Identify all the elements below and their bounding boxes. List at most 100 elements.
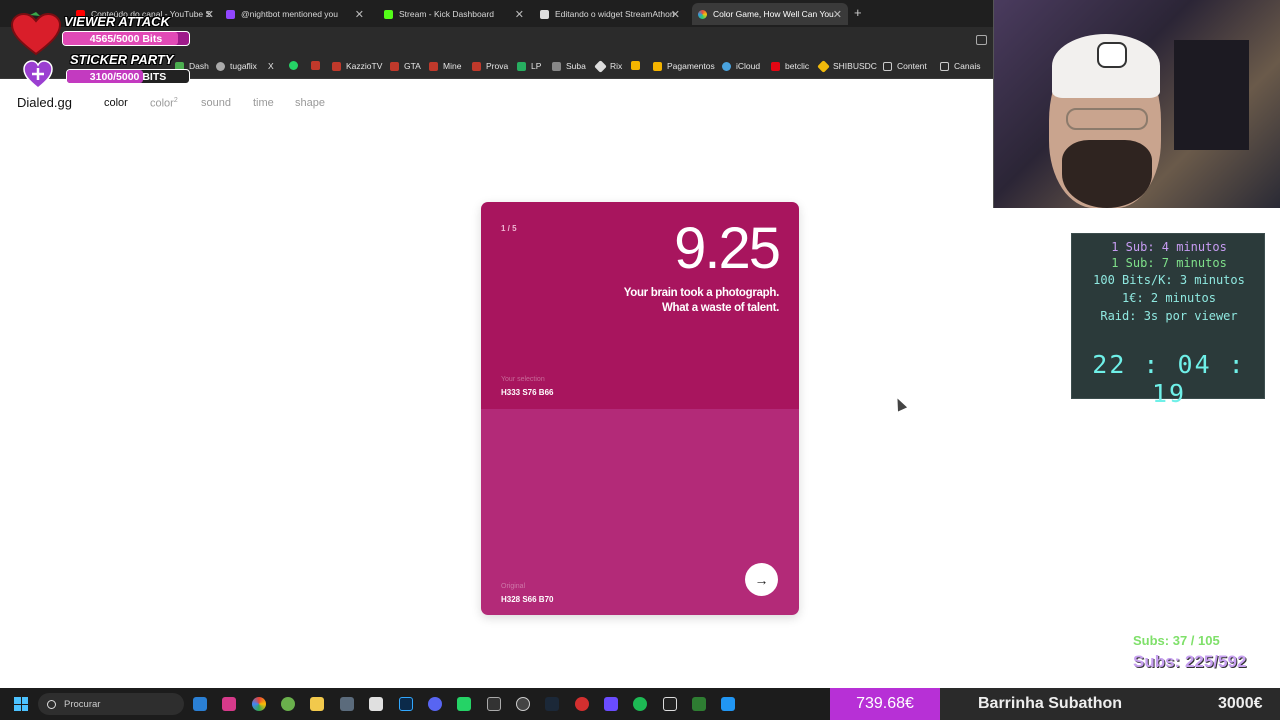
nav-color[interactable]: color xyxy=(104,97,128,109)
chart-icon xyxy=(390,61,399,71)
original-value: H328 S66 B70 xyxy=(501,595,554,604)
bookmark-kazziotv[interactable]: KazzioTV xyxy=(332,61,382,71)
next-button[interactable]: → xyxy=(745,563,778,596)
bookmark-lp[interactable]: LP xyxy=(517,61,541,71)
app-icon[interactable] xyxy=(663,697,677,711)
whatsapp-icon[interactable] xyxy=(457,697,471,711)
site-logo[interactable]: Dialed.gg xyxy=(17,95,72,110)
bookmark-prova[interactable]: Prova xyxy=(472,61,508,71)
bookmark-tugaflix[interactable]: tugaflix xyxy=(216,61,257,71)
background-monitor xyxy=(1174,40,1249,150)
capcut-icon[interactable] xyxy=(369,697,383,711)
app-icon[interactable] xyxy=(604,697,618,711)
bookmark-rix[interactable]: Rix xyxy=(594,59,623,73)
app-icon[interactable] xyxy=(575,697,589,711)
bookmark-label: betclic xyxy=(785,61,810,71)
bookmark-label: Mine xyxy=(443,61,462,71)
grid-icon xyxy=(552,61,561,71)
nav-time[interactable]: time xyxy=(253,97,274,109)
selection-label: Your selection xyxy=(501,376,545,383)
widgets-icon[interactable] xyxy=(193,697,207,711)
calculator-icon[interactable] xyxy=(340,697,354,711)
nav-shape[interactable]: shape xyxy=(295,97,325,109)
close-icon[interactable]: ✕ xyxy=(671,8,680,21)
notepad-icon[interactable] xyxy=(721,697,735,711)
app-icon[interactable] xyxy=(281,697,295,711)
close-icon[interactable]: ✕ xyxy=(205,8,214,21)
selection-swatch: 1 / 5 9.25 Your brain took a photograph.… xyxy=(481,202,799,409)
sticker-party-bits: 3100/5000 BITS xyxy=(89,70,167,83)
bookmark-label: Rix xyxy=(610,61,623,71)
bookmark-canais[interactable]: Canais xyxy=(940,61,980,71)
tab-color-game[interactable]: Color Game, How Well Can You ✕ xyxy=(692,3,848,25)
translate-icon[interactable] xyxy=(976,35,987,45)
tab-title: Stream - Kick Dashboard xyxy=(399,9,494,19)
close-icon[interactable]: ✕ xyxy=(515,8,524,21)
bookmark-chart[interactable] xyxy=(311,61,325,70)
windows-taskbar: Procurar 739.68€ Barrinha Subathon 3000€ xyxy=(0,688,1280,720)
tab-streamathon[interactable]: Editando o widget StreamAthon ✕ xyxy=(534,3,686,25)
color-wheel-icon xyxy=(698,9,707,19)
folder-icon xyxy=(883,61,892,71)
glasses xyxy=(1066,108,1148,130)
drive-icon xyxy=(653,61,662,71)
bookmark-whatsapp[interactable] xyxy=(289,61,303,70)
search-placeholder: Procurar xyxy=(64,698,101,710)
subathon-bar-amount: 739.68€ xyxy=(830,688,940,720)
timer-rule: 1 Sub: 7 minutos xyxy=(1111,256,1227,270)
plus-heart-icon xyxy=(23,60,53,89)
timer-rule: 1€: 2 minutos xyxy=(1122,291,1216,305)
steam-icon[interactable] xyxy=(545,697,559,711)
chart-icon xyxy=(311,61,320,70)
kick-icon xyxy=(384,9,393,19)
bookmark-drive[interactable] xyxy=(631,61,645,70)
result-card: 1 / 5 9.25 Your brain took a photograph.… xyxy=(481,202,799,615)
viewer-attack-title: VIEWER ATTACK xyxy=(64,14,170,29)
mouse-cursor xyxy=(892,396,908,412)
chrome-icon[interactable] xyxy=(252,697,266,711)
bookmark-label: Suba xyxy=(566,61,586,71)
bookmark-icloud[interactable]: iCloud xyxy=(722,61,760,71)
windows-start-icon[interactable] xyxy=(14,697,28,711)
app-icon[interactable] xyxy=(222,697,236,711)
x-icon: X xyxy=(268,61,274,71)
bookmark-mine[interactable]: Mine xyxy=(429,61,461,71)
bookmark-shibusdc[interactable]: SHIBUSDC xyxy=(817,59,877,73)
obs-icon[interactable] xyxy=(516,697,530,711)
discord-icon[interactable] xyxy=(428,697,442,711)
tab-kick[interactable]: Stream - Kick Dashboard ✕ xyxy=(378,3,530,25)
bookmark-betclic[interactable]: betclic xyxy=(771,61,809,71)
app-icon[interactable] xyxy=(692,697,706,711)
subathon-bar-label: Barrinha Subathon xyxy=(978,695,1123,712)
nav-superscript: 2 xyxy=(173,97,178,104)
spotify-icon[interactable] xyxy=(633,697,647,711)
photoshop-icon[interactable] xyxy=(399,697,413,711)
new-tab-button[interactable]: + xyxy=(854,5,862,20)
nav-sound[interactable]: sound xyxy=(201,97,231,109)
bookmark-label: Pagamentos xyxy=(667,61,715,71)
tab-nightbot[interactable]: @nightbot mentioned you ✕ xyxy=(220,3,370,25)
bookmark-pagamentos[interactable]: Pagamentos xyxy=(653,61,715,71)
close-icon[interactable]: ✕ xyxy=(355,8,364,21)
beard xyxy=(1062,140,1152,208)
bookmark-label: SHIBUSDC xyxy=(833,61,877,71)
bookmark-content[interactable]: Content xyxy=(883,61,927,71)
sticker-party-title: STICKER PARTY xyxy=(70,52,174,67)
selection-value: H333 S76 B66 xyxy=(501,388,554,397)
bookmark-label: GTA xyxy=(404,61,421,71)
diamond-icon xyxy=(594,59,607,73)
file-explorer-icon[interactable] xyxy=(310,697,324,711)
nav-color-squared[interactable]: color2 xyxy=(150,97,178,110)
folder-icon xyxy=(940,61,949,71)
timer-rule: Raid: 3s por viewer xyxy=(1100,309,1238,323)
bookmark-suba[interactable]: Suba xyxy=(552,61,586,71)
taskbar-search[interactable]: Procurar xyxy=(38,693,184,715)
app-icon[interactable] xyxy=(487,697,501,711)
bookmark-gta[interactable]: GTA xyxy=(390,61,421,71)
close-icon[interactable]: ✕ xyxy=(833,8,842,21)
viewer-attack-bits: 4565/5000 Bits xyxy=(89,32,163,45)
score: 9.25 xyxy=(674,216,781,281)
round-progress: 1 / 5 xyxy=(501,224,517,233)
tab-title: @nightbot mentioned you xyxy=(241,9,338,19)
bookmark-x[interactable]: X xyxy=(268,61,274,71)
